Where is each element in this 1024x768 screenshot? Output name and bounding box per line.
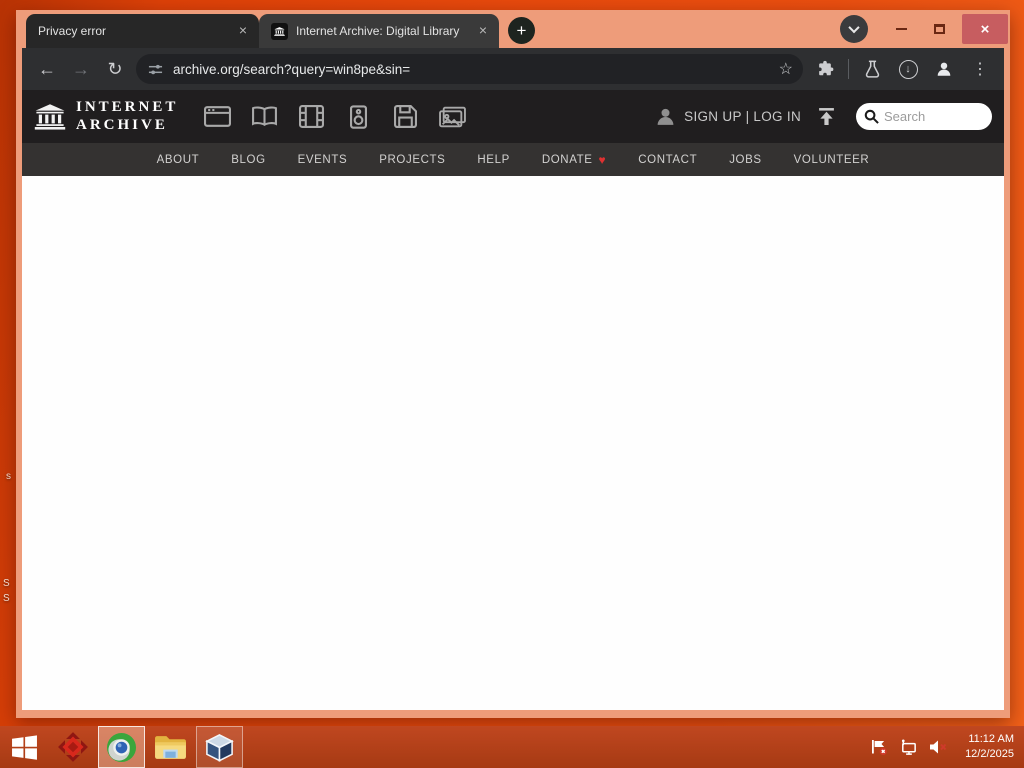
clock-date: 12/2/2025 — [965, 748, 1014, 760]
archive-building-icon — [34, 103, 66, 130]
reload-button[interactable]: ↻ — [98, 59, 132, 80]
back-button[interactable]: ← — [30, 59, 64, 80]
action-center-flag-icon[interactable] — [870, 738, 888, 756]
tab-title: Privacy error — [38, 24, 107, 38]
logo-line-1: INTERNET — [76, 99, 179, 116]
volume-muted-icon[interactable] — [929, 739, 948, 755]
heart-icon: ♥ — [598, 152, 607, 167]
extensions-icon[interactable] — [809, 53, 841, 85]
nav-volunteer[interactable]: VOLUNTEER — [778, 154, 886, 166]
logo-line-2: ARCHIVE — [76, 116, 168, 133]
new-tab-button[interactable]: + — [508, 17, 535, 44]
window-controls: × — [840, 10, 1010, 48]
taskbar-red-app-icon[interactable] — [49, 726, 96, 768]
tab-search-button[interactable] — [840, 15, 868, 43]
tab-strip: Privacy error × Internet Archive: Digita… — [16, 10, 1010, 48]
media-type-row — [202, 104, 467, 130]
minimize-button[interactable] — [886, 14, 916, 44]
browser-menu-icon[interactable]: ⋮ — [964, 53, 996, 85]
auth-area: SIGN UP | LOG IN — [655, 106, 801, 127]
audio-icon[interactable] — [343, 104, 373, 130]
nav-events[interactable]: EVENTS — [282, 154, 364, 166]
tab-close-icon[interactable]: × — [235, 23, 251, 39]
archive-search-box[interactable] — [856, 103, 992, 130]
nav-about[interactable]: ABOUT — [141, 154, 216, 166]
video-icon[interactable] — [296, 104, 326, 130]
url-text[interactable]: archive.org/search?query=win8pe&sin= — [173, 62, 410, 77]
upload-icon[interactable] — [817, 107, 836, 126]
page-content-blank — [22, 176, 1004, 710]
user-icon — [657, 108, 674, 125]
tab-title: Internet Archive: Digital Library — [296, 24, 460, 38]
search-icon — [864, 109, 879, 124]
toolbar-divider — [848, 59, 849, 79]
nav-jobs[interactable]: JOBS — [713, 154, 777, 166]
archive-logo[interactable]: INTERNET ARCHIVE — [34, 99, 178, 134]
tab-internet-archive[interactable]: Internet Archive: Digital Library × — [259, 14, 499, 48]
browser-toolbar: ← → ↻ archive.org/search?query=win8pe&si… — [22, 48, 1004, 90]
chevron-down-icon — [848, 21, 860, 34]
close-window-button[interactable]: × — [962, 14, 1008, 44]
nav-donate[interactable]: DONATE ♥ — [526, 153, 622, 167]
software-icon[interactable] — [390, 104, 420, 130]
address-bar[interactable]: archive.org/search?query=win8pe&sin= ☆ — [136, 54, 803, 84]
browser-window: Privacy error × Internet Archive: Digita… — [16, 10, 1010, 718]
bookmark-star-icon[interactable]: ☆ — [779, 59, 793, 79]
archive-favicon-icon — [271, 22, 288, 40]
nav-projects[interactable]: PROJECTS — [363, 154, 461, 166]
texts-icon[interactable] — [249, 104, 279, 130]
nav-help[interactable]: HELP — [461, 154, 525, 166]
signup-login-link[interactable]: SIGN UP | LOG IN — [684, 109, 801, 124]
system-tray: 11:12 AM 12/2/2025 — [870, 726, 1024, 768]
nav-contact[interactable]: CONTACT — [622, 154, 713, 166]
site-settings-icon[interactable] — [148, 62, 163, 77]
clock-time: 11:12 AM — [968, 733, 1014, 746]
tab-privacy-error[interactable]: Privacy error × — [26, 14, 259, 48]
search-input[interactable] — [884, 109, 979, 124]
forward-button[interactable]: → — [64, 59, 98, 80]
start-button[interactable] — [0, 726, 48, 768]
nav-blog[interactable]: BLOG — [215, 154, 281, 166]
network-status-icon[interactable] — [899, 738, 918, 756]
desktop-icon-label-partial[interactable]: s — [6, 471, 11, 482]
web-icon[interactable] — [202, 104, 232, 130]
taskbar-browser-icon[interactable] — [98, 726, 145, 768]
taskbar: 11:12 AM 12/2/2025 — [0, 726, 1024, 768]
archive-nav: ABOUT BLOG EVENTS PROJECTS HELP DONATE ♥ … — [22, 143, 1004, 176]
taskbar-file-explorer-icon[interactable] — [147, 726, 194, 768]
maximize-button[interactable] — [924, 14, 954, 44]
desktop: s S S Privacy error × Internet Archive: … — [0, 0, 1024, 768]
desktop-icon-label-partial[interactable]: S — [3, 578, 10, 589]
taskbar-virtualbox-icon[interactable] — [196, 726, 243, 768]
windows-logo-icon — [11, 734, 37, 760]
images-icon[interactable] — [437, 104, 467, 130]
experiments-flask-icon[interactable] — [856, 53, 888, 85]
desktop-icon-label-partial[interactable]: S — [3, 593, 10, 604]
profile-avatar-icon[interactable] — [928, 53, 960, 85]
archive-header: INTERNET ARCHIVE SIGN UP | LOG IN Search — [22, 90, 1004, 143]
taskbar-clock[interactable]: 11:12 AM 12/2/2025 — [959, 732, 1014, 762]
downloads-icon[interactable]: ↓ — [892, 53, 924, 85]
tab-close-icon[interactable]: × — [475, 23, 491, 39]
